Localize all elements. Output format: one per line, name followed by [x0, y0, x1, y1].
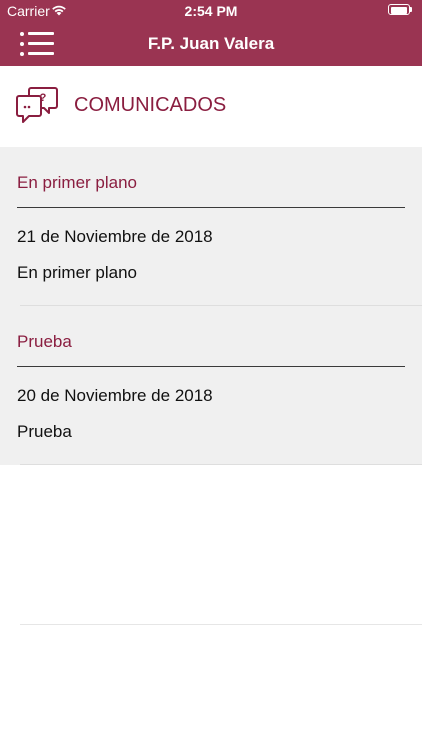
announcements-list: En primer plano 21 de Noviembre de 2018 …: [0, 147, 422, 465]
section-header: ? COMUNICADOS: [0, 66, 422, 147]
status-bar: Carrier 2:54 PM: [0, 0, 422, 22]
announcement-date: 20 de Noviembre de 2018: [17, 386, 213, 405]
divider: [17, 207, 405, 208]
divider: [17, 366, 405, 367]
announcement-body: Prueba: [17, 422, 72, 441]
nav-title: F.P. Juan Valera: [147, 34, 275, 53]
nav-bar: F.P. Juan Valera: [0, 22, 422, 66]
section-title: COMUNICADOS: [74, 94, 227, 116]
row-separator: [20, 464, 422, 465]
empty-row-separator: [20, 624, 422, 625]
app-header: Carrier 2:54 PM F.P. Juan Valera: [0, 0, 422, 66]
announcement-card[interactable]: Prueba 20 de Noviembre de 2018 Prueba: [0, 306, 422, 465]
announcement-title: En primer plano: [17, 173, 138, 192]
announcement-body: En primer plano: [17, 263, 138, 282]
status-time: 2:54 PM: [184, 3, 238, 19]
announcement-date: 21 de Noviembre de 2018: [17, 227, 213, 246]
chat-question-icon: ?: [16, 87, 58, 123]
announcement-card[interactable]: En primer plano 21 de Noviembre de 2018 …: [0, 147, 422, 306]
announcement-title: Prueba: [17, 332, 72, 351]
battery-icon: [388, 4, 414, 16]
